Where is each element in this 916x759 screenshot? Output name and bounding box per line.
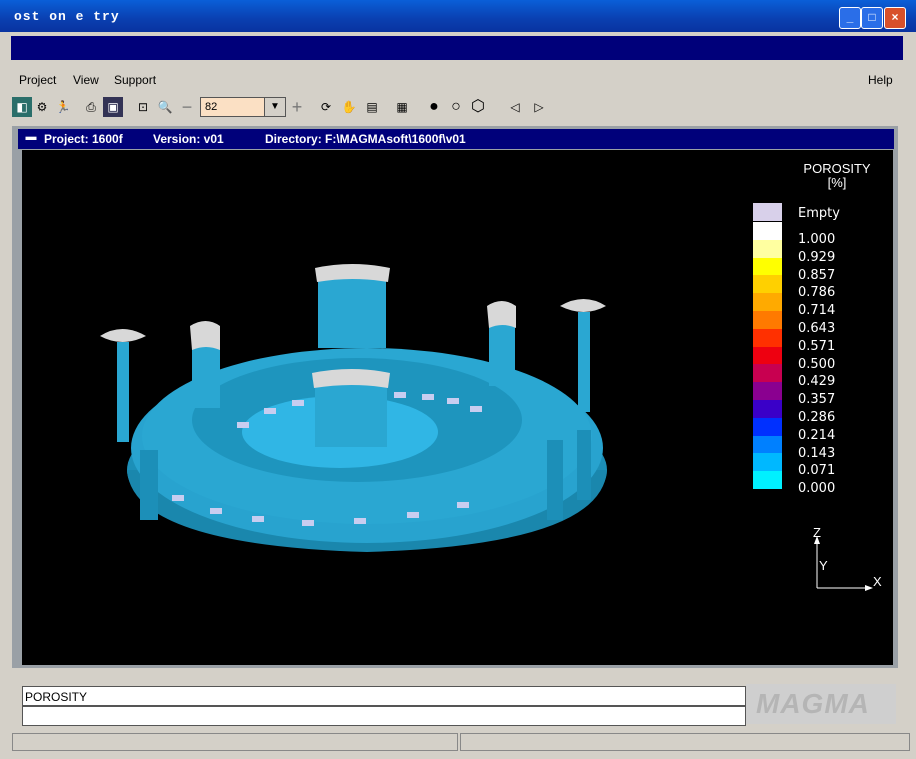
maximize-icon[interactable]: □	[861, 7, 883, 29]
solid-sphere-icon[interactable]: ●	[424, 97, 444, 117]
status-field-secondary	[22, 706, 746, 726]
legend-swatch	[753, 453, 782, 472]
legend-value-label: 0.929	[798, 249, 836, 265]
hexagon-icon[interactable]: ⬡	[468, 97, 488, 117]
cylinder-view-icon[interactable]: ▤	[362, 97, 382, 117]
project-label: Project: 1600f	[44, 132, 123, 146]
directory-label: Directory: F:\MAGMAsoft\1600f\v01	[265, 132, 466, 146]
legend-value-label: 0.214	[798, 427, 836, 443]
legend-value-label: 0.500	[798, 356, 836, 372]
legend-value-label: 0.429	[798, 374, 836, 390]
minimize-icon[interactable]: _	[839, 7, 861, 29]
axis-z-label: Z	[813, 525, 821, 540]
status-segment-right	[460, 733, 910, 751]
legend-title: POROSITY [%]	[782, 162, 892, 190]
legend-swatch	[753, 257, 782, 276]
legend-value-label: 0.000	[798, 481, 836, 497]
window-title-bar[interactable]: ost on e try _ □ ×	[0, 0, 916, 32]
status-text: POROSITY	[25, 690, 88, 704]
logo-text: MAGMA	[756, 688, 870, 719]
legend-title-main: POROSITY	[803, 161, 871, 176]
legend-value-label: 0.286	[798, 410, 836, 425]
run-icon[interactable]: 🏃	[53, 97, 73, 117]
rotate-icon[interactable]: ⟳	[316, 97, 336, 117]
legend-value-label: 1.000	[798, 232, 836, 247]
3d-viewport[interactable]: POROSITY [%] Empty 1.000 0.929 0.857 0.786 0…	[22, 150, 893, 665]
export-image-icon[interactable]: ▣	[103, 97, 123, 117]
legend-value-label: 0.571	[798, 338, 836, 354]
outline-sphere-icon[interactable]: ○	[446, 97, 466, 117]
settings-icon[interactable]: ⚙	[32, 97, 52, 117]
layers-icon[interactable]: ▦	[392, 97, 412, 117]
status-segment-left	[12, 733, 458, 751]
legend-value-label: 0.786	[798, 285, 836, 301]
zoom-select[interactable]: 82 ▼	[200, 97, 286, 117]
legend-value-label: 0.357	[798, 392, 836, 408]
zoom-value: 82	[205, 101, 218, 113]
legend-empty-swatch	[753, 203, 782, 221]
menu-help[interactable]: Help	[868, 73, 893, 87]
legend-swatch	[753, 239, 782, 258]
menu-project[interactable]: Project	[19, 73, 56, 87]
legend-swatch	[753, 417, 782, 436]
legend-swatch	[753, 311, 782, 329]
menu-view[interactable]: View	[73, 73, 99, 87]
legend-empty-label: Empty	[798, 206, 840, 221]
legend-swatch	[753, 275, 782, 294]
menu-bar: Project View Support Help	[11, 66, 903, 92]
legend-swatch	[753, 400, 782, 418]
print-icon[interactable]: ⎙	[81, 97, 101, 117]
chevron-down-icon[interactable]: ▼	[264, 98, 285, 116]
status-field-primary: POROSITY	[22, 686, 746, 706]
magma-logo: MAGMA	[746, 684, 896, 724]
zoom-out-icon[interactable]: −	[177, 97, 197, 117]
legend-swatch	[753, 346, 782, 365]
version-label: Version: v01	[153, 132, 224, 146]
zoom-fit-icon[interactable]: ⊡	[133, 97, 153, 117]
bottom-status-bar	[12, 733, 912, 753]
zoom-in-icon[interactable]: 🔍	[155, 97, 175, 117]
menu-support[interactable]: Support	[114, 73, 156, 87]
legend-swatch	[753, 328, 782, 347]
header-band	[11, 36, 903, 60]
close-icon[interactable]: ×	[884, 7, 906, 29]
viewer-header: ▬ Project: 1600f Version: v01 Directory:…	[18, 129, 894, 149]
exit-icon[interactable]: ◧	[12, 97, 32, 117]
next-icon[interactable]: ▷	[529, 97, 549, 117]
legend-swatch	[753, 293, 782, 312]
legend-swatch	[753, 435, 782, 454]
zoom-plus-icon[interactable]: +	[287, 97, 307, 117]
toolbar: ◧ ⚙ 🏃 ⎙ ▣ ⊡ 🔍 − 82 ▼ + ⟳ ✋ ▤ ▦ ● ○ ⬡ ◁ ▷	[11, 94, 903, 124]
pan-hand-icon[interactable]: ✋	[339, 97, 359, 117]
legend-swatch	[753, 471, 782, 490]
legend-swatch	[753, 382, 782, 401]
axis-x-label: X	[873, 574, 882, 589]
panel-minimize-icon[interactable]: ▬	[24, 131, 38, 144]
axis-y-label: Y	[819, 558, 828, 573]
legend-swatch	[753, 364, 782, 383]
previous-icon[interactable]: ◁	[505, 97, 525, 117]
legend-value-label: 0.714	[798, 303, 836, 319]
legend-value-label: 0.143	[798, 445, 836, 461]
legend-swatch	[753, 222, 782, 240]
window-title: ost on e try	[14, 9, 120, 24]
legend-value-label: 0.071	[798, 463, 836, 479]
legend-value-label: 0.857	[798, 267, 836, 283]
legend-title-unit: [%]	[827, 175, 847, 190]
legend-value-label: 0.643	[798, 321, 836, 336]
